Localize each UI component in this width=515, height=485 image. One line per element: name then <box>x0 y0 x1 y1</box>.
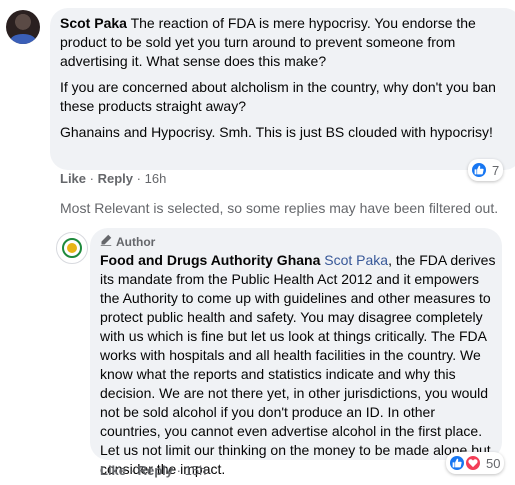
reply-text: Food and Drugs Authority Ghana Scot Paka… <box>100 251 498 479</box>
reaction-summary[interactable]: 7 <box>468 159 504 181</box>
like-icon <box>470 161 488 179</box>
separator: · <box>129 463 134 478</box>
page-avatar[interactable] <box>56 232 88 264</box>
mention-link[interactable]: Scot Paka <box>324 252 388 268</box>
reply-body: , the FDA derives its mandate from the P… <box>100 252 496 477</box>
reply-button[interactable]: Reply <box>98 171 133 186</box>
reply-author[interactable]: Food and Drugs Authority Ghana <box>100 252 320 268</box>
reaction-count: 50 <box>486 455 501 471</box>
reply-actions: Like · Reply · 15h <box>100 463 206 478</box>
separator: · <box>176 463 181 478</box>
filter-notice: Most Relevant is selected, so some repli… <box>60 200 499 216</box>
comment-paragraph: If you are concerned about alcholism in … <box>60 79 496 114</box>
timestamp[interactable]: 15h <box>185 463 207 478</box>
separator: · <box>89 171 94 186</box>
comment-paragraph: Scot Paka The reaction of FDA is mere hy… <box>60 14 510 71</box>
avatar-shirt <box>10 34 36 44</box>
comment-author[interactable]: Scot Paka <box>60 15 127 31</box>
like-button[interactable]: Like <box>60 171 86 186</box>
reaction-count: 7 <box>492 162 500 178</box>
love-icon <box>464 454 482 472</box>
reply-button[interactable]: Reply <box>138 463 173 478</box>
like-button[interactable]: Like <box>100 463 126 478</box>
separator: · <box>136 171 141 186</box>
reaction-summary[interactable]: 50 <box>446 452 505 474</box>
author-badge-label: Author <box>116 234 156 249</box>
avatar[interactable] <box>6 10 40 44</box>
fda-logo <box>62 238 82 258</box>
comment-actions: Like · Reply · 16h <box>60 171 166 186</box>
comment-paragraph: Ghanains and Hypocrisy. Smh. This is jus… <box>60 124 493 140</box>
pen-icon <box>100 234 112 249</box>
author-badge: Author <box>100 234 155 249</box>
timestamp[interactable]: 16h <box>145 171 167 186</box>
